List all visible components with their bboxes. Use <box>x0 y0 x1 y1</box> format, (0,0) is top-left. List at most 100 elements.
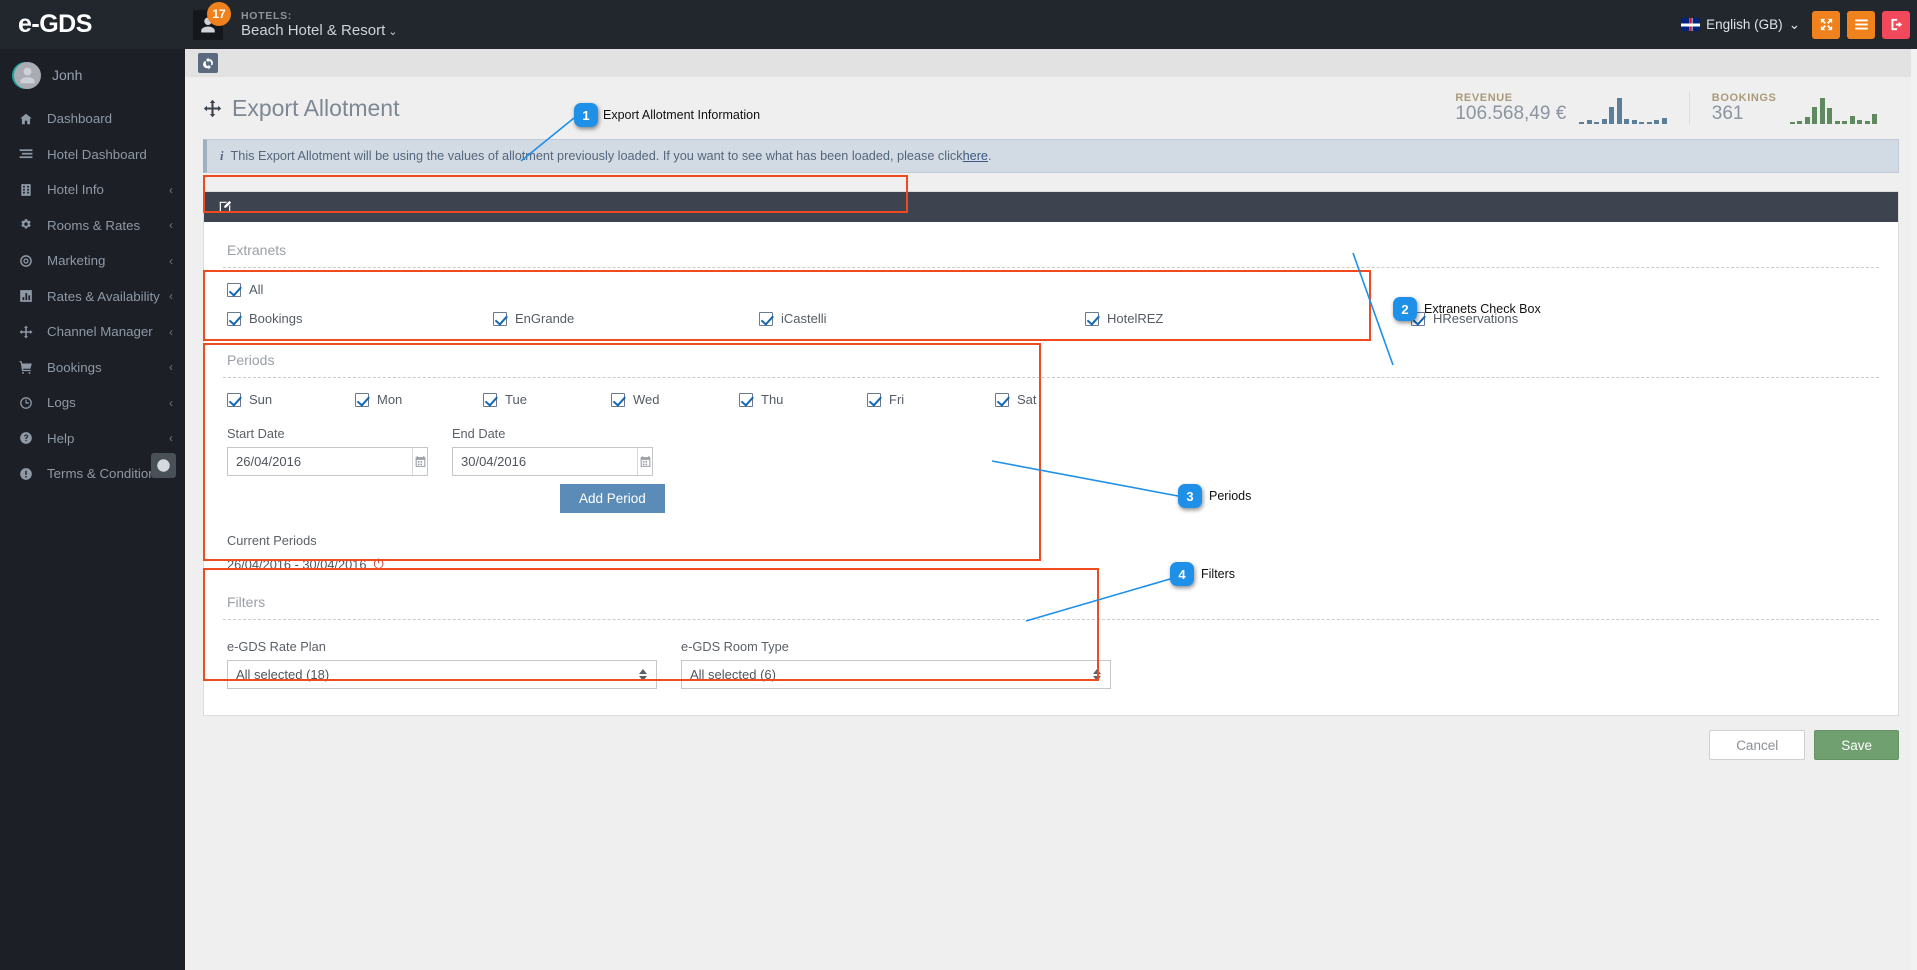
uk-flag-icon <box>1681 18 1701 31</box>
spark-bar <box>1601 119 1607 125</box>
checkbox-tue[interactable]: Tue <box>483 392 611 407</box>
checkbox-box[interactable] <box>995 392 1009 407</box>
info-alert: i This Export Allotment will be using th… <box>203 139 1899 173</box>
spark-bar <box>1609 107 1615 125</box>
language-selector[interactable]: English (GB) ⌄ <box>1681 17 1800 33</box>
arrows-move-icon <box>19 325 38 339</box>
alert-here-link[interactable]: here <box>963 149 988 163</box>
checkbox-icastelli[interactable]: iCastelli <box>759 311 1085 326</box>
target-icon <box>19 254 38 268</box>
annotation-label-3: Periods <box>1209 489 1252 503</box>
checkbox-thu[interactable]: Thu <box>739 392 867 407</box>
checkbox-all-extranets[interactable]: All <box>227 282 263 297</box>
end-date-group: End Date <box>452 426 653 476</box>
main-content: Export Allotment REVENUE 106.568,49 € BO… <box>185 49 1917 970</box>
edit-square-icon[interactable] <box>218 200 232 214</box>
sidebar-collapse-button[interactable] <box>151 453 176 478</box>
end-date-field[interactable] <box>452 447 653 476</box>
chevron-down-icon: ⌄ <box>1788 16 1800 32</box>
menu-button[interactable] <box>1847 10 1875 39</box>
cancel-button[interactable]: Cancel <box>1709 730 1806 760</box>
save-button[interactable]: Save <box>1814 730 1899 760</box>
spark-bar <box>1872 114 1877 125</box>
checkbox-label: EnGrande <box>515 311 575 326</box>
chevron-left-icon: ‹ <box>169 360 173 375</box>
checkbox-box[interactable] <box>739 392 753 407</box>
checkbox-box[interactable] <box>227 392 241 407</box>
checkbox-bookings[interactable]: Bookings <box>227 311 493 326</box>
checkbox-box[interactable] <box>355 392 369 407</box>
power-icon[interactable]: ⏻ <box>373 556 383 572</box>
end-date-input[interactable] <box>453 448 637 475</box>
sidebar-item-help[interactable]: Help ‹ <box>0 421 185 457</box>
checkbox-label: iCastelli <box>781 311 827 326</box>
checkbox-label: Bookings <box>249 311 303 326</box>
profile-name: Jonh <box>52 67 83 83</box>
alert-text-after: . <box>988 149 992 163</box>
page-scrollbar[interactable] <box>1911 49 1917 970</box>
sidebar-item-logs[interactable]: Logs ‹ <box>0 385 185 421</box>
hotel-selector[interactable]: HOTELS: Beach Hotel & Resort ⌄ <box>241 10 397 39</box>
checkbox-box[interactable] <box>227 282 241 297</box>
checkbox-sat[interactable]: Sat <box>995 392 1037 407</box>
checkbox-box[interactable] <box>227 311 241 326</box>
calendar-icon[interactable] <box>412 448 427 475</box>
sidebar-item-dashboard[interactable]: Dashboard <box>0 101 185 137</box>
spark-bar <box>1819 98 1825 125</box>
sidebar-item-label: Help <box>47 430 75 446</box>
checkbox-box[interactable] <box>483 392 497 407</box>
annotation-badge-1: 1 <box>574 103 598 127</box>
avatar <box>14 61 41 89</box>
badge-number: 4 <box>1178 566 1186 582</box>
checkbox-box[interactable] <box>611 392 625 407</box>
sidebar-profile[interactable]: Jonh <box>0 49 185 101</box>
expand-button[interactable] <box>1812 10 1840 39</box>
refresh-button[interactable] <box>198 53 218 73</box>
add-period-button[interactable]: Add Period <box>560 484 665 513</box>
annotation-label-4: Filters <box>1201 567 1236 581</box>
annotation-badge-4: 4 <box>1170 562 1194 586</box>
sidebar-item-rooms-rates[interactable]: Rooms & Rates ‹ <box>0 208 185 244</box>
top-bar-right: English (GB) ⌄ <box>1681 0 1917 49</box>
sidebar-item-bookings[interactable]: Bookings ‹ <box>0 350 185 386</box>
checkbox-box[interactable] <box>1085 311 1099 326</box>
stats-widgets: REVENUE 106.568,49 € BOOKINGS 361 <box>1433 91 1899 125</box>
sidebar-item-hotel-info[interactable]: Hotel Info ‹ <box>0 172 185 208</box>
brand-logo[interactable]: e-GDS <box>0 0 185 49</box>
checkbox-wed[interactable]: Wed <box>611 392 739 407</box>
panel-body: Extranets All Bookings EnGrande iCastell… <box>204 222 1898 715</box>
annotation-badge-2: 2 <box>1393 297 1417 321</box>
sidebar-item-rates-availability[interactable]: Rates & Availability ‹ <box>0 279 185 315</box>
checkbox-box[interactable] <box>759 311 773 326</box>
sidebar-item-hotel-dashboard[interactable]: Hotel Dashboard <box>0 137 185 173</box>
current-period-value: 26/04/2016 - 30/04/2016 <box>227 556 367 572</box>
logout-button[interactable] <box>1882 10 1910 39</box>
sidebar-item-marketing[interactable]: Marketing ‹ <box>0 243 185 279</box>
checkbox-sun[interactable]: Sun <box>227 392 355 407</box>
spark-bar <box>1624 119 1630 125</box>
start-date-field[interactable] <box>227 447 428 476</box>
checkbox-label: Fri <box>889 392 905 407</box>
add-period-row: Add Period <box>220 476 1882 513</box>
end-date-label: End Date <box>452 426 506 441</box>
spark-bar <box>1639 122 1645 125</box>
start-date-input[interactable] <box>228 448 412 475</box>
spark-bar <box>1812 107 1817 125</box>
user-notifications[interactable]: 17 <box>185 0 231 49</box>
checkbox-mon[interactable]: Mon <box>355 392 483 407</box>
rate-plan-select[interactable]: All selected (18) <box>227 660 657 689</box>
checkbox-hotelrez[interactable]: HotelREZ <box>1085 311 1411 326</box>
calendar-icon[interactable] <box>637 448 652 475</box>
filters-fieldset: Filters e-GDS Rate Plan All selected (18… <box>220 588 1882 693</box>
checkbox-label: Tue <box>505 392 527 407</box>
hotel-name[interactable]: Beach Hotel & Resort ⌄ <box>241 22 397 39</box>
checkbox-box[interactable] <box>493 311 507 326</box>
checkbox-fri[interactable]: Fri <box>867 392 995 407</box>
sidebar-item-channel-manager[interactable]: Channel Manager ‹ <box>0 314 185 350</box>
clock-icon <box>19 396 38 410</box>
room-type-label: e-GDS Room Type <box>681 639 789 654</box>
checkbox-engrande[interactable]: EnGrande <box>493 311 759 326</box>
checkbox-box[interactable] <box>867 392 881 407</box>
room-type-select[interactable]: All selected (6) <box>681 660 1111 689</box>
stat-revenue: REVENUE 106.568,49 € <box>1433 92 1688 125</box>
